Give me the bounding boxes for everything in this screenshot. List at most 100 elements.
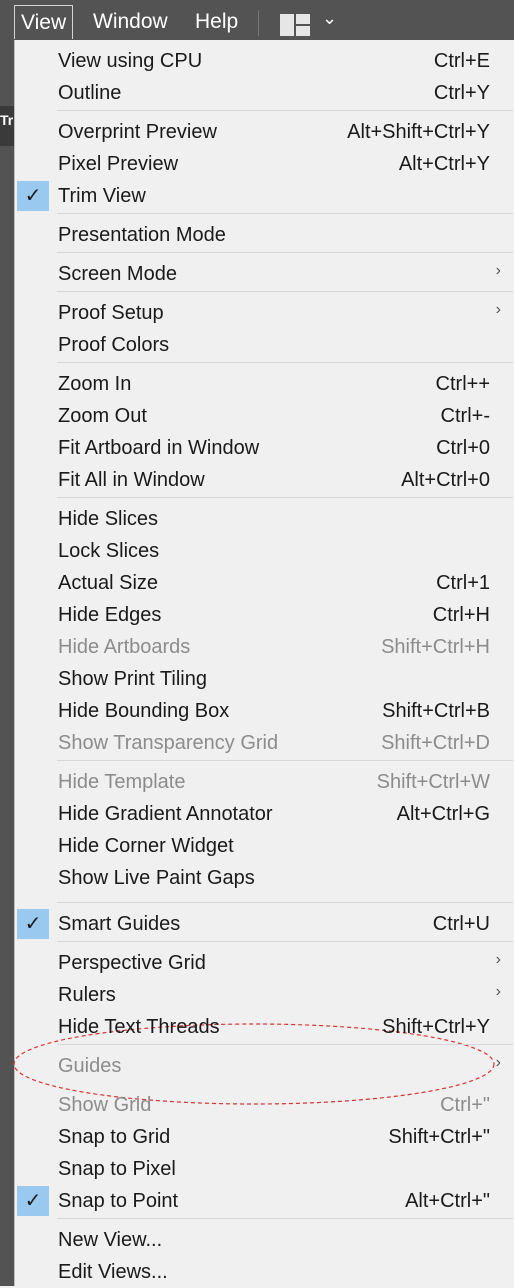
menu-bar: View Window Help ⌄ — [0, 0, 514, 42]
submenu-arrow-icon: › — [495, 262, 501, 279]
menu-item-shortcut: Ctrl+1 — [436, 572, 490, 594]
menu-item-label: Screen Mode — [58, 263, 177, 285]
menu-item-hide-corner-widget[interactable]: Hide Corner Widget — [15, 830, 514, 862]
menu-item-label: Snap to Point — [58, 1190, 179, 1212]
chevron-down-icon[interactable]: ⌄ — [322, 8, 337, 29]
menu-item-label: Hide Template — [58, 771, 186, 793]
submenu-arrow-icon: › — [495, 1054, 501, 1071]
menu-item-new-view[interactable]: New View... — [15, 1224, 514, 1256]
menu-item-hide-gradient-annotator[interactable]: Hide Gradient Annotator Alt+Ctrl+G — [15, 798, 514, 830]
menu-item-label: Show Print Tiling — [58, 668, 207, 690]
menu-item-shortcut: Ctrl+E — [433, 50, 490, 72]
checkmark-icon: ✓ — [17, 909, 49, 939]
menu-item-label: Hide Text Threads — [58, 1016, 220, 1038]
menu-item-smart-guides[interactable]: ✓ Smart Guides Ctrl+U — [15, 908, 514, 940]
menu-item-lock-slices[interactable]: Lock Slices — [15, 535, 514, 567]
menu-item-label: Edit Views... — [58, 1261, 168, 1283]
menu-item-label: Perspective Grid — [58, 952, 206, 974]
menu-item-shortcut: Shift+Ctrl+H — [381, 636, 490, 658]
menu-item-label: Proof Setup — [58, 302, 164, 324]
menu-item-label: Show Transparency Grid — [58, 732, 279, 754]
menu-item-label: Hide Artboards — [58, 636, 191, 658]
menu-item-label: Zoom Out — [58, 405, 147, 427]
menu-item-view-using-cpu[interactable]: View using CPU Ctrl+E — [15, 45, 514, 77]
menu-item-hide-slices[interactable]: Hide Slices — [15, 503, 514, 535]
menu-separator — [57, 1044, 513, 1045]
menu-item-overprint-preview[interactable]: Overprint Preview Alt+Shift+Ctrl+Y — [15, 116, 514, 148]
menu-item-outline[interactable]: Outline Ctrl+Y — [15, 77, 514, 109]
menu-item-shortcut: Alt+Ctrl+" — [405, 1190, 490, 1212]
left-panel-edge: Tri — [0, 42, 17, 1286]
menu-separator — [57, 252, 513, 253]
menu-separator — [57, 902, 513, 903]
menu-separator — [57, 941, 513, 942]
menu-separator — [57, 760, 513, 761]
menu-item-hide-text-threads[interactable]: Hide Text Threads Shift+Ctrl+Y — [15, 1011, 514, 1043]
menu-item-pixel-preview[interactable]: Pixel Preview Alt+Ctrl+Y — [15, 148, 514, 180]
menu-item-shortcut: Shift+Ctrl+W — [376, 771, 490, 793]
menu-item-proof-colors[interactable]: Proof Colors — [15, 329, 514, 361]
menu-view[interactable]: View — [14, 5, 74, 39]
menu-item-label: Lock Slices — [58, 540, 160, 562]
menu-item-hide-bounding-box[interactable]: Hide Bounding Box Shift+Ctrl+B — [15, 695, 514, 727]
menu-item-shortcut: Ctrl+H — [432, 604, 490, 626]
menu-item-snap-to-point[interactable]: ✓ Snap to Point Alt+Ctrl+" — [15, 1185, 514, 1217]
menu-item-shortcut: Ctrl++ — [435, 373, 490, 395]
menu-item-snap-to-grid[interactable]: Snap to Grid Shift+Ctrl+" — [15, 1121, 514, 1153]
menu-separator — [57, 497, 513, 498]
menu-item-rulers[interactable]: Rulers › — [15, 979, 514, 1011]
menu-item-label: Outline — [58, 82, 122, 104]
submenu-arrow-icon: › — [495, 301, 501, 318]
menu-item-label: Hide Edges — [58, 604, 162, 626]
menu-item-shortcut: Ctrl+- — [440, 405, 490, 427]
menu-item-label: Actual Size — [58, 572, 159, 594]
menu-item-perspective-grid[interactable]: Perspective Grid › — [15, 947, 514, 979]
menu-item-label: Show Live Paint Gaps — [58, 867, 255, 889]
menu-item-shortcut: Ctrl+Y — [433, 82, 490, 104]
menu-item-label: View using CPU — [58, 50, 203, 72]
menu-window[interactable]: Window — [87, 5, 174, 39]
menu-item-label: Fit All in Window — [58, 469, 205, 491]
menu-item-label: Trim View — [58, 185, 146, 207]
menu-item-label: Snap to Pixel — [58, 1158, 176, 1180]
menu-item-zoom-out[interactable]: Zoom Out Ctrl+- — [15, 400, 514, 432]
menu-separator — [57, 1218, 513, 1219]
menu-item-trim-view[interactable]: ✓ Trim View — [15, 180, 514, 212]
menu-item-shortcut: Shift+Ctrl+D — [381, 732, 490, 754]
menu-item-label: Show Grid — [58, 1094, 152, 1116]
menu-item-label: Fit Artboard in Window — [58, 437, 260, 459]
workspace-layout-icon[interactable] — [280, 14, 310, 36]
menu-help[interactable]: Help — [189, 5, 244, 39]
menu-item-fit-all-in-window[interactable]: Fit All in Window Alt+Ctrl+0 — [15, 464, 514, 496]
menu-item-label: Presentation Mode — [58, 224, 226, 246]
checkmark-icon: ✓ — [17, 181, 49, 211]
menu-item-label: Rulers — [58, 984, 116, 1006]
menu-item-proof-setup[interactable]: Proof Setup › — [15, 297, 514, 329]
menu-item-shortcut: Ctrl+U — [432, 913, 490, 935]
menu-item-shortcut: Ctrl+" — [440, 1094, 490, 1116]
menu-item-hide-edges[interactable]: Hide Edges Ctrl+H — [15, 599, 514, 631]
checkmark-icon: ✓ — [17, 1186, 49, 1216]
menu-item-presentation-mode[interactable]: Presentation Mode — [15, 219, 514, 251]
menu-item-show-transparency-grid: Show Transparency Grid Shift+Ctrl+D — [15, 727, 514, 759]
menu-item-snap-to-pixel[interactable]: Snap to Pixel — [15, 1153, 514, 1185]
menu-item-label: Snap to Grid — [58, 1126, 171, 1148]
menu-item-hide-artboards: Hide Artboards Shift+Ctrl+H — [15, 631, 514, 663]
submenu-arrow-icon: › — [495, 951, 501, 968]
menu-item-label: Hide Slices — [58, 508, 159, 530]
menu-item-screen-mode[interactable]: Screen Mode › — [15, 258, 514, 290]
menu-item-zoom-in[interactable]: Zoom In Ctrl++ — [15, 368, 514, 400]
menu-item-label: Proof Colors — [58, 334, 170, 356]
menu-item-show-print-tiling[interactable]: Show Print Tiling — [15, 663, 514, 695]
menu-item-shortcut: Alt+Ctrl+G — [396, 803, 490, 825]
menu-item-label: New View... — [58, 1229, 163, 1251]
menu-item-show-grid: Show Grid Ctrl+" — [15, 1089, 514, 1121]
menu-item-edit-views[interactable]: Edit Views... — [15, 1256, 514, 1288]
menu-item-shortcut: Shift+Ctrl+" — [388, 1126, 490, 1148]
menubar-divider — [258, 10, 259, 36]
menu-item-label: Hide Corner Widget — [58, 835, 234, 857]
menu-item-label: Hide Bounding Box — [58, 700, 230, 722]
menu-item-fit-artboard-in-window[interactable]: Fit Artboard in Window Ctrl+0 — [15, 432, 514, 464]
menu-item-actual-size[interactable]: Actual Size Ctrl+1 — [15, 567, 514, 599]
menu-item-show-live-paint-gaps[interactable]: Show Live Paint Gaps — [15, 862, 514, 894]
